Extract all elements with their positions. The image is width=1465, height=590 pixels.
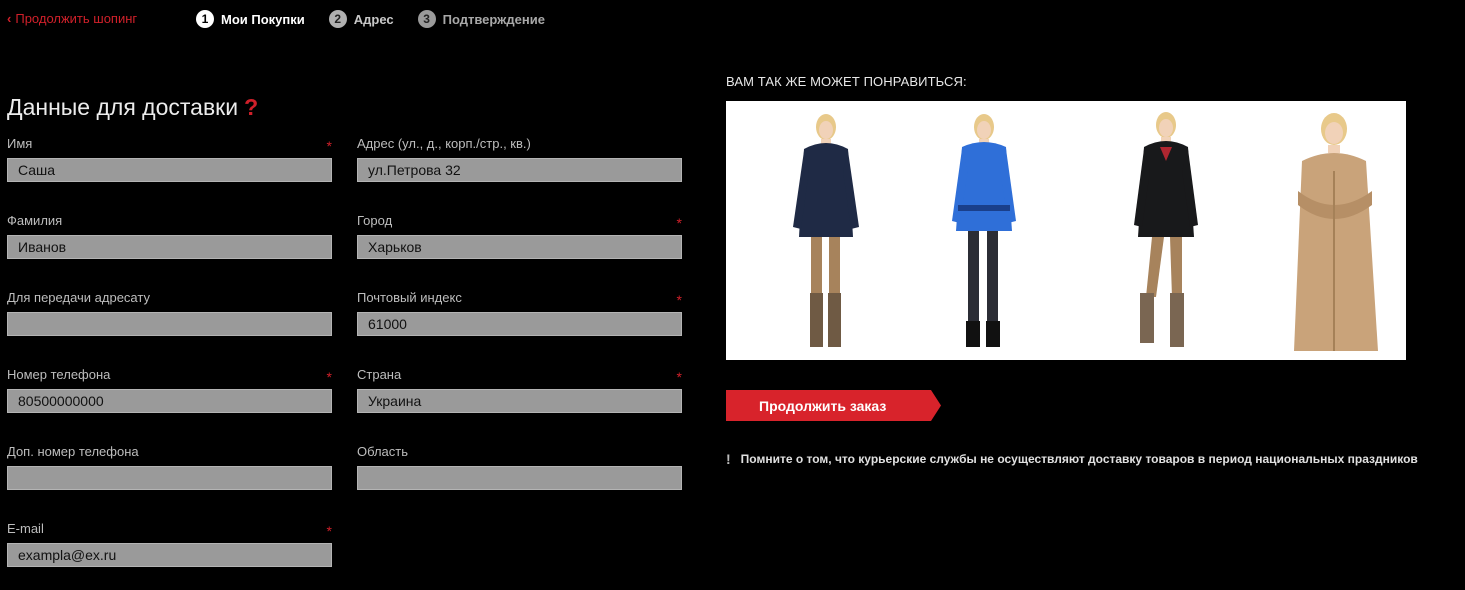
recommended-products xyxy=(726,101,1406,360)
field-label: Город xyxy=(357,213,393,228)
field-label: Для передачи адресату xyxy=(7,290,150,305)
required-marker: * xyxy=(326,369,332,385)
first-name-input[interactable] xyxy=(7,158,332,182)
step-number: 1 xyxy=(196,10,214,28)
delivery-notice: ! Помните о том, что курьерские службы н… xyxy=(726,451,1418,467)
field-label: Почтовый индекс xyxy=(357,290,462,305)
checkout-steps: 1 Мои Покупки 2 Адрес 3 Подтверждение xyxy=(196,10,569,28)
field-label: Номер телефона xyxy=(7,367,111,382)
field-city: Город * xyxy=(357,212,682,259)
postal-code-input[interactable] xyxy=(357,312,682,336)
city-input[interactable] xyxy=(357,235,682,259)
recommendations-title: ВАМ ТАК ЖЕ МОЖЕТ ПОНРАВИТЬСЯ: xyxy=(726,74,967,89)
step-my-purchases[interactable]: 1 Мои Покупки xyxy=(196,10,305,28)
field-email: E-mail * xyxy=(7,520,332,567)
field-recipient-note: Для передачи адресату xyxy=(7,289,332,336)
step-label: Подтверждение xyxy=(442,11,545,27)
step-confirmation[interactable]: 3 Подтверждение xyxy=(417,10,545,28)
continue-order-button[interactable]: Продолжить заказ xyxy=(726,390,941,421)
required-marker: * xyxy=(676,292,682,308)
email-input[interactable] xyxy=(7,543,332,567)
region-input[interactable] xyxy=(357,466,682,490)
required-marker: * xyxy=(326,138,332,154)
exclamation-icon: ! xyxy=(726,451,731,467)
field-label: E-mail xyxy=(7,521,44,536)
field-label: Адрес (ул., д., корп./стр., кв.) xyxy=(357,136,531,151)
help-icon[interactable]: ? xyxy=(244,94,258,120)
step-address[interactable]: 2 Адрес xyxy=(328,10,394,28)
product-image[interactable] xyxy=(1116,101,1246,360)
chevron-left-icon: ‹ xyxy=(7,11,12,26)
field-label: Страна xyxy=(357,367,402,382)
notice-text: Помните о том, что курьерские службы не … xyxy=(740,452,1418,466)
field-first-name: Имя * xyxy=(7,135,332,182)
field-label: Доп. номер телефона xyxy=(7,444,139,459)
step-number: 3 xyxy=(417,10,436,28)
field-postal-code: Почтовый индекс * xyxy=(357,289,682,336)
page-title: Данные для доставки? xyxy=(7,94,258,121)
continue-shopping-label: Продолжить шопинг xyxy=(15,11,138,26)
continue-order-label: Продолжить заказ xyxy=(759,397,887,414)
continue-shopping-link[interactable]: ‹ Продолжить шопинг xyxy=(7,11,137,26)
recipient-note-input[interactable] xyxy=(7,312,332,336)
product-image[interactable] xyxy=(926,101,1056,360)
address-input[interactable] xyxy=(357,158,682,182)
required-marker: * xyxy=(676,369,682,385)
field-phone: Номер телефона * xyxy=(7,366,332,413)
phone-input[interactable] xyxy=(7,389,332,413)
last-name-input[interactable] xyxy=(7,235,332,259)
product-image[interactable] xyxy=(1276,101,1406,360)
field-address: Адрес (ул., д., корп./стр., кв.) xyxy=(357,135,682,182)
step-label: Мои Покупки xyxy=(221,11,305,27)
required-marker: * xyxy=(326,523,332,539)
field-label: Имя xyxy=(7,136,33,151)
field-label: Фамилия xyxy=(7,213,63,228)
phone-extra-input[interactable] xyxy=(7,466,332,490)
step-label: Адрес xyxy=(353,11,394,27)
field-label: Область xyxy=(357,444,409,459)
field-phone-extra: Доп. номер телефона xyxy=(7,443,332,490)
product-image[interactable] xyxy=(771,101,901,360)
field-country: Страна * xyxy=(357,366,682,413)
country-input[interactable] xyxy=(357,389,682,413)
field-region: Область xyxy=(357,443,682,490)
page-title-text: Данные для доставки xyxy=(7,94,239,120)
step-number: 2 xyxy=(328,10,347,28)
field-last-name: Фамилия xyxy=(7,212,332,259)
required-marker: * xyxy=(676,215,682,231)
